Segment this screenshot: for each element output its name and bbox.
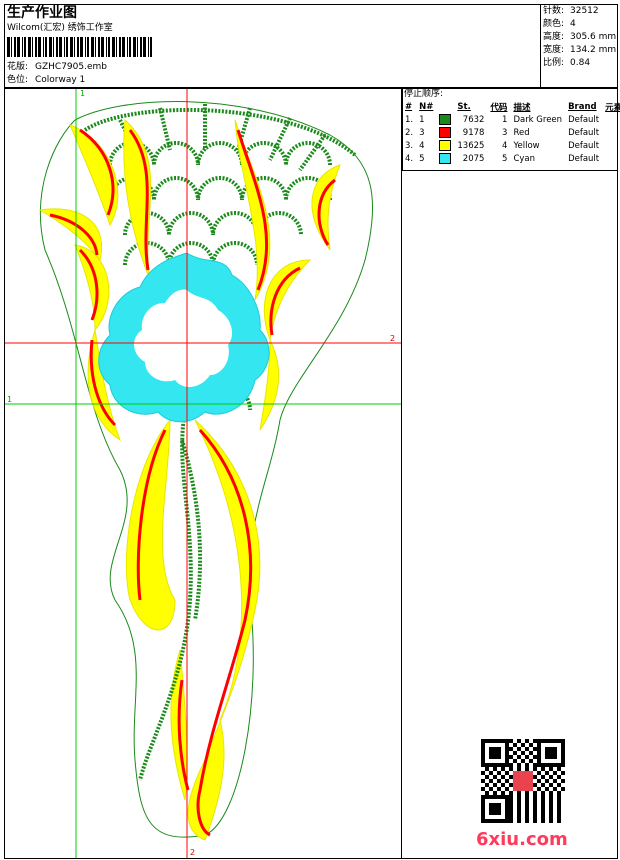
- row-needle: 3: [419, 127, 425, 138]
- swatch-cyan: [439, 153, 452, 164]
- barcode-image: [7, 37, 152, 57]
- qr-code-image: [481, 739, 565, 823]
- guide-h2-label: 2: [390, 334, 396, 343]
- colorway-value: Colorway 1: [35, 75, 86, 85]
- stop-sequence-heading: 停止顺序:: [404, 89, 444, 99]
- yellow-scroll-shapes: [38, 118, 341, 841]
- row-code: 1: [502, 114, 508, 125]
- row-description: Yellow: [513, 140, 540, 151]
- row-code: 4: [502, 140, 508, 151]
- row-brand: Default: [568, 153, 600, 164]
- stat-scale-value: 0.84: [570, 58, 591, 68]
- row-brand: Default: [568, 114, 600, 125]
- guide-v2-label: 2: [190, 848, 196, 857]
- row-brand: Default: [568, 127, 600, 138]
- row-code: 3: [502, 127, 508, 138]
- embroidery-design-preview: [5, 89, 401, 858]
- row-index: 4.: [405, 153, 414, 164]
- table-header-row: # N# St. 代码 描述 Brand 元素: [402, 100, 620, 113]
- stat-height-label: 高度:: [543, 32, 565, 42]
- row-index: 2.: [405, 127, 414, 138]
- guide-v1-label: 1: [80, 89, 86, 98]
- design-value: GZHC7905.emb: [35, 62, 107, 72]
- stat-height-value: 305.6 mm: [570, 32, 617, 42]
- swatch-red: [439, 127, 452, 138]
- col-brand: Brand: [568, 101, 597, 112]
- col-index: #: [405, 101, 413, 112]
- stat-stitches-label: 针数:: [543, 6, 565, 16]
- stat-colors-label: 颜色:: [543, 19, 565, 29]
- color-swatch: [436, 139, 454, 152]
- col-swatch: [436, 100, 454, 113]
- page-title: 生产作业图: [7, 5, 77, 21]
- col-code: 代码: [490, 102, 508, 113]
- row-element: [602, 152, 620, 165]
- table-row: 2. 3 9178 3 Red Default: [402, 126, 620, 139]
- row-needle: 5: [419, 153, 425, 164]
- colorway-label: 色位:: [7, 75, 29, 85]
- row-stitches: 7632: [462, 114, 485, 125]
- color-swatch: [436, 152, 454, 165]
- swatch-yellow: [439, 140, 452, 151]
- stop-sequence-table: # N# St. 代码 描述 Brand 元素 1. 1 7632 1 Dark…: [402, 100, 620, 165]
- table-row: 3. 4 13625 4 Yellow Default: [402, 139, 620, 152]
- col-needle: N#: [419, 101, 434, 112]
- row-needle: 4: [419, 140, 425, 151]
- row-stitches: 13625: [457, 140, 485, 151]
- row-index: 3.: [405, 140, 414, 151]
- row-code: 5: [502, 153, 508, 164]
- design-label: 花版:: [7, 62, 29, 72]
- table-row: 1. 1 7632 1 Dark Green Default: [402, 113, 620, 126]
- row-index: 1.: [405, 114, 414, 125]
- row-needle: 1: [419, 114, 425, 125]
- row-element: [602, 126, 620, 139]
- stat-stitches-value: 32512: [570, 6, 599, 16]
- row-element: [602, 113, 620, 126]
- studio-subtitle: Wilcom(汇宏) 绣饰工作室: [7, 23, 113, 33]
- stat-width-value: 134.2 mm: [570, 45, 617, 55]
- row-stitches: 2075: [462, 153, 485, 164]
- col-stitches: St.: [457, 101, 471, 112]
- col-element: 元素: [605, 102, 620, 113]
- row-stitches: 9178: [462, 127, 485, 138]
- stat-width-label: 宽度:: [543, 45, 565, 55]
- row-brand: Default: [568, 140, 600, 151]
- guide-lines: [5, 89, 401, 858]
- color-swatch: [436, 126, 454, 139]
- stat-scale-label: 比例:: [543, 58, 565, 68]
- row-description: Dark Green: [513, 114, 563, 125]
- guide-h1-label: 1: [7, 395, 13, 404]
- row-description: Cyan: [513, 153, 535, 164]
- color-swatch: [436, 113, 454, 126]
- watermark-text: 6xiu.com: [476, 829, 568, 850]
- col-description: 描述: [513, 102, 531, 113]
- row-element: [602, 139, 620, 152]
- stat-colors-value: 4: [570, 19, 576, 29]
- row-description: Red: [513, 127, 530, 138]
- table-row: 4. 5 2075 5 Cyan Default: [402, 152, 620, 165]
- swatch-green: [439, 114, 452, 125]
